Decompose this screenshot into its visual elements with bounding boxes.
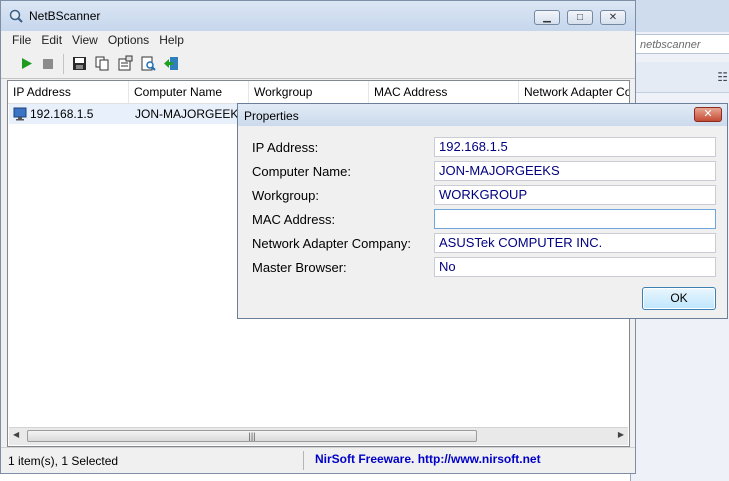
property-row-mac-address: MAC Address:: [238, 209, 727, 229]
property-label: MAC Address:: [252, 212, 336, 227]
menu-file[interactable]: File: [1, 31, 36, 50]
background-window-titlebar: [631, 0, 729, 32]
property-value-network-adapter-company[interactable]: ASUSTek COMPUTER INC.: [434, 233, 716, 253]
scrollbar-thumb[interactable]: |||: [27, 430, 477, 442]
property-value-workgroup[interactable]: WORKGROUP: [434, 185, 716, 205]
column-header-computer-name[interactable]: Computer Name: [129, 81, 249, 103]
background-toolbar: ☷: [631, 62, 729, 93]
close-button[interactable]: ✕: [600, 10, 626, 25]
scroll-left-icon[interactable]: ◀: [13, 430, 19, 439]
property-label: Workgroup:: [252, 188, 319, 203]
column-header-ip-address[interactable]: IP Address: [8, 81, 129, 103]
stop-scan-icon[interactable]: [40, 55, 57, 72]
properties-icon[interactable]: [117, 55, 134, 72]
dialog-titlebar: Properties ✕: [238, 104, 727, 126]
status-item-count: 1 item(s), 1 Selected: [8, 454, 119, 468]
property-value-master-browser[interactable]: No: [434, 257, 716, 277]
property-row-computer-name: Computer Name: JON-MAJORGEEKS: [238, 161, 727, 181]
column-header-workgroup[interactable]: Workgroup: [249, 81, 369, 103]
window-title: NetBScanner: [29, 9, 101, 23]
column-header-mac-address[interactable]: MAC Address: [369, 81, 519, 103]
property-row-ip-address: IP Address: 192.168.1.5: [238, 137, 727, 157]
property-label: Network Adapter Company:: [252, 236, 411, 251]
menu-edit[interactable]: Edit: [36, 31, 67, 50]
property-row-network-adapter-company: Network Adapter Company: ASUSTek COMPUTE…: [238, 233, 727, 253]
status-divider: [303, 451, 304, 470]
menu-bar: File Edit View Options Help: [1, 31, 635, 50]
maximize-button[interactable]: □: [567, 10, 593, 25]
status-bar: 1 item(s), 1 Selected NirSoft Freeware. …: [1, 447, 635, 473]
view-options-icon[interactable]: ☷: [717, 70, 728, 84]
property-value-mac-address[interactable]: [434, 209, 716, 229]
column-header-network-adapter-company[interactable]: Network Adapter Co: [519, 81, 629, 103]
row-ip-address: 192.168.1.5: [30, 107, 94, 121]
close-icon: ✕: [608, 12, 618, 23]
property-row-master-browser: Master Browser: No: [238, 257, 727, 277]
maximize-icon: □: [576, 12, 584, 23]
menu-view[interactable]: View: [67, 31, 103, 50]
app-icon: [9, 9, 23, 23]
toolbar: [1, 50, 635, 79]
background-search-box[interactable]: netbscanner: [635, 34, 729, 54]
menu-help[interactable]: Help: [154, 31, 189, 50]
minimize-button[interactable]: ▁: [534, 10, 560, 25]
copy-icon[interactable]: [94, 55, 111, 72]
close-icon: ✕: [703, 108, 713, 120]
computer-icon: [13, 107, 27, 121]
ok-button[interactable]: OK: [642, 287, 716, 310]
scroll-right-icon[interactable]: ▶: [618, 430, 624, 439]
dialog-title: Properties: [244, 109, 299, 123]
grip-icon: |||: [248, 431, 256, 441]
dialog-close-button[interactable]: ✕: [694, 107, 722, 122]
save-icon[interactable]: [71, 55, 88, 72]
properties-dialog: Properties ✕ IP Address: 192.168.1.5 Com…: [237, 103, 728, 319]
horizontal-scrollbar[interactable]: ◀ ||| ▶: [9, 427, 628, 445]
title-bar: NetBScanner ▁ □ ✕: [1, 1, 635, 31]
row-computer-name: JON-MAJORGEEKS: [135, 107, 247, 121]
property-label: Computer Name:: [252, 164, 351, 179]
find-icon[interactable]: [140, 55, 157, 72]
property-row-workgroup: Workgroup: WORKGROUP: [238, 185, 727, 205]
property-label: Master Browser:: [252, 260, 347, 275]
property-label: IP Address:: [252, 140, 319, 155]
exit-icon[interactable]: [163, 55, 180, 72]
menu-options[interactable]: Options: [103, 31, 154, 50]
property-value-ip-address[interactable]: 192.168.1.5: [434, 137, 716, 157]
start-scan-icon[interactable]: [18, 55, 35, 72]
nirsoft-link[interactable]: NirSoft Freeware. http://www.nirsoft.net: [315, 452, 541, 466]
property-value-computer-name[interactable]: JON-MAJORGEEKS: [434, 161, 716, 181]
minimize-icon: ▁: [543, 12, 551, 23]
list-header: IP Address Computer Name Workgroup MAC A…: [8, 81, 629, 104]
